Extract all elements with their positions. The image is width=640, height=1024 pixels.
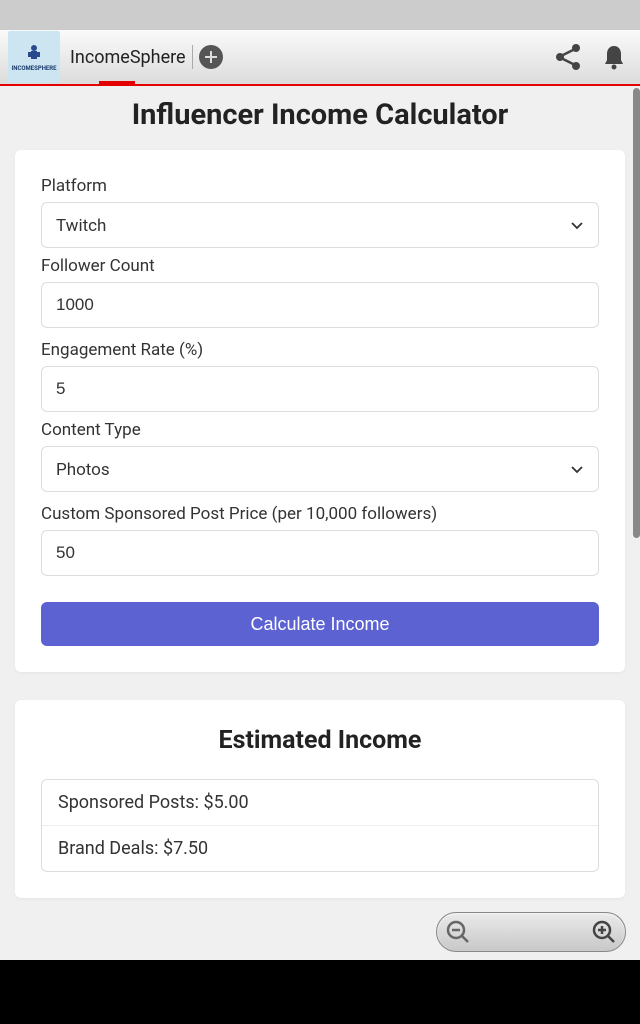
platform-select[interactable]: Twitch	[41, 202, 599, 248]
zoom-out-button[interactable]	[443, 917, 473, 947]
plus-icon	[204, 50, 218, 64]
results-title: Estimated Income	[41, 726, 599, 755]
logo-text: INCOMESPHERE	[11, 66, 56, 72]
custom-price-input[interactable]	[41, 530, 599, 576]
app-logo[interactable]: INCOMESPHERE	[8, 31, 60, 83]
app-header: INCOMESPHERE IncomeSphere	[0, 30, 640, 86]
page-title: Influencer Income Calculator	[15, 98, 625, 132]
engagement-rate-label: Engagement Rate (%)	[41, 340, 599, 360]
zoom-control[interactable]	[436, 912, 626, 952]
add-button[interactable]	[199, 45, 223, 69]
results-card: Estimated Income Sponsored Posts: $5.00 …	[15, 700, 625, 898]
scrollbar[interactable]	[633, 88, 640, 538]
bell-icon	[600, 43, 628, 71]
custom-price-label: Custom Sponsored Post Price (per 10,000 …	[41, 504, 599, 524]
notifications-button[interactable]	[600, 43, 628, 71]
result-item: Sponsored Posts: $5.00	[42, 780, 598, 826]
header-divider	[192, 45, 193, 69]
content-type-label: Content Type	[41, 420, 599, 440]
zoom-out-icon	[445, 919, 471, 945]
result-item: Brand Deals: $7.50	[42, 826, 598, 871]
follower-count-label: Follower Count	[41, 256, 599, 276]
zoom-in-button[interactable]	[589, 917, 619, 947]
platform-label: Platform	[41, 176, 599, 196]
engagement-rate-input[interactable]	[41, 366, 599, 412]
zoom-in-icon	[591, 919, 617, 945]
share-icon	[552, 41, 584, 73]
active-tab-indicator	[99, 81, 135, 86]
content-type-select[interactable]: Photos	[41, 446, 599, 492]
calculate-button[interactable]: Calculate Income	[41, 602, 599, 646]
logo-figure-icon	[22, 42, 46, 66]
results-list: Sponsored Posts: $5.00 Brand Deals: $7.5…	[41, 779, 599, 872]
app-name: IncomeSphere	[66, 47, 186, 68]
follower-count-input[interactable]	[41, 282, 599, 328]
share-button[interactable]	[552, 41, 584, 73]
status-bar	[0, 0, 640, 30]
calculator-form-card: Platform Twitch Follower Count Engagemen…	[15, 150, 625, 672]
page-content: Influencer Income Calculator Platform Tw…	[0, 98, 640, 898]
bottom-nav-bar	[0, 960, 640, 1024]
